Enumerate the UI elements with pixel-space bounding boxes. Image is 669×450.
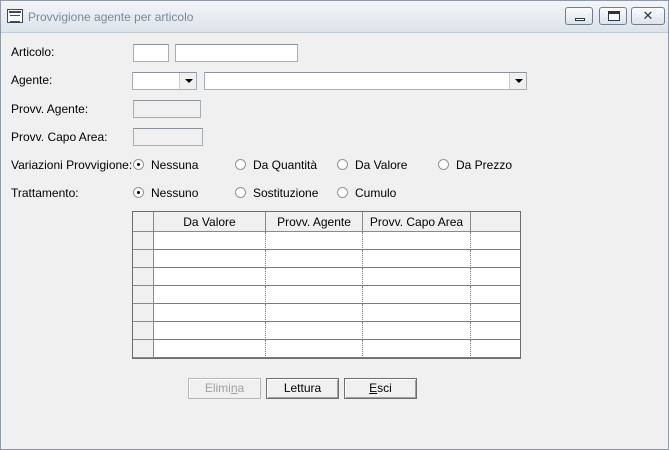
radio-label: Nessuna	[151, 158, 199, 172]
provv-agente-input[interactable]	[133, 100, 201, 118]
grid-cell[interactable]	[154, 268, 266, 286]
restore-button[interactable]	[599, 7, 627, 25]
column-header-da-valore[interactable]: Da Valore	[154, 212, 266, 232]
variazioni-provvigione-label: Variazioni Provvigione:	[11, 158, 133, 172]
grid-cell[interactable]	[266, 232, 363, 250]
grid-cell[interactable]	[471, 322, 520, 340]
agente-name-combo[interactable]	[204, 72, 527, 90]
column-header-provv-agente[interactable]: Provv. Agente	[266, 212, 363, 232]
row-selector[interactable]	[133, 232, 154, 250]
radio-label: Sostituzione	[253, 186, 319, 200]
radio-unchecked-icon	[235, 159, 246, 170]
row-selector[interactable]	[133, 340, 154, 358]
radio-label: Da Prezzo	[456, 158, 513, 172]
grid-cell[interactable]	[154, 304, 266, 322]
radio-unchecked-icon	[337, 187, 348, 198]
provv-agente-label: Provv. Agente:	[11, 102, 89, 116]
window-minimize-icon	[575, 18, 585, 21]
radio-unchecked-icon	[235, 187, 246, 198]
minimize-button[interactable]	[565, 7, 593, 25]
articolo-code-input[interactable]	[133, 44, 169, 62]
window-restore-icon	[608, 11, 620, 21]
grid-cell[interactable]	[363, 304, 471, 322]
agente-code-combo[interactable]	[132, 72, 197, 90]
esci-button-label: Esci	[369, 381, 392, 395]
column-header-extra[interactable]	[471, 212, 520, 232]
elimina-button[interactable]: Elimina	[188, 378, 261, 399]
row-selector[interactable]	[133, 322, 154, 340]
app-window: Provvigione agente per articolo ✕ Artico…	[0, 0, 669, 450]
grid-cell[interactable]	[471, 268, 520, 286]
grid-cell[interactable]	[266, 322, 363, 340]
lettura-button[interactable]: Lettura	[266, 378, 339, 399]
articolo-label: Articolo:	[11, 45, 55, 59]
agente-label: Agente:	[11, 73, 53, 87]
radio-label: Cumulo	[355, 186, 397, 200]
grid-cell[interactable]	[471, 286, 520, 304]
grid-cell[interactable]	[154, 322, 266, 340]
grid-cell[interactable]	[363, 340, 471, 358]
elimina-button-label: Elimina	[204, 381, 245, 395]
grid-cell[interactable]	[266, 268, 363, 286]
grid-cell[interactable]	[266, 340, 363, 358]
grid-cell[interactable]	[154, 232, 266, 250]
trattamento-label: Trattamento:	[11, 186, 79, 200]
radio-label: Da Valore	[355, 158, 408, 172]
grid-cell[interactable]	[154, 340, 266, 358]
grid-cell[interactable]	[471, 340, 520, 358]
title-bar[interactable]: Provvigione agente per articolo ✕	[1, 1, 668, 33]
grid-cell[interactable]	[471, 304, 520, 322]
radio-label: Nessuno	[151, 186, 199, 200]
close-button[interactable]: ✕	[631, 7, 665, 25]
row-selector[interactable]	[133, 286, 154, 304]
provv-capo-area-label: Provv. Capo Area:	[11, 130, 108, 144]
window-title: Provvigione agente per articolo	[28, 10, 194, 24]
row-selector[interactable]	[133, 268, 154, 286]
grid-corner	[133, 212, 154, 232]
provv-capo-area-input[interactable]	[133, 128, 203, 146]
radio-checked-icon	[133, 187, 144, 198]
radio-unchecked-icon	[337, 159, 348, 170]
grid-cell[interactable]	[154, 250, 266, 268]
articolo-description-input[interactable]	[175, 44, 298, 62]
grid-cell[interactable]	[266, 286, 363, 304]
window-close-icon: ✕	[642, 8, 654, 23]
radio-unchecked-icon	[438, 159, 449, 170]
grid-cell[interactable]	[363, 232, 471, 250]
row-selector[interactable]	[133, 250, 154, 268]
grid-cell[interactable]	[363, 268, 471, 286]
provvigioni-grid[interactable]: Da Valore Provv. Agente Provv. Capo Area	[132, 211, 521, 359]
chevron-down-icon[interactable]	[509, 73, 526, 89]
column-header-provv-capo-area[interactable]: Provv. Capo Area	[363, 212, 471, 232]
grid-cell[interactable]	[471, 250, 520, 268]
grid-cell[interactable]	[266, 304, 363, 322]
grid-cell[interactable]	[363, 250, 471, 268]
radio-label: Da Quantità	[253, 158, 318, 172]
lettura-button-label: Lettura	[283, 381, 322, 395]
row-selector[interactable]	[133, 304, 154, 322]
esci-button[interactable]: Esci	[344, 378, 417, 399]
grid-cell[interactable]	[363, 286, 471, 304]
form-app-icon	[7, 9, 23, 23]
grid-cell[interactable]	[363, 322, 471, 340]
grid-cell[interactable]	[471, 232, 520, 250]
grid-cell[interactable]	[266, 250, 363, 268]
grid-cell[interactable]	[154, 286, 266, 304]
chevron-down-icon[interactable]	[179, 73, 196, 89]
radio-checked-icon	[133, 159, 144, 170]
